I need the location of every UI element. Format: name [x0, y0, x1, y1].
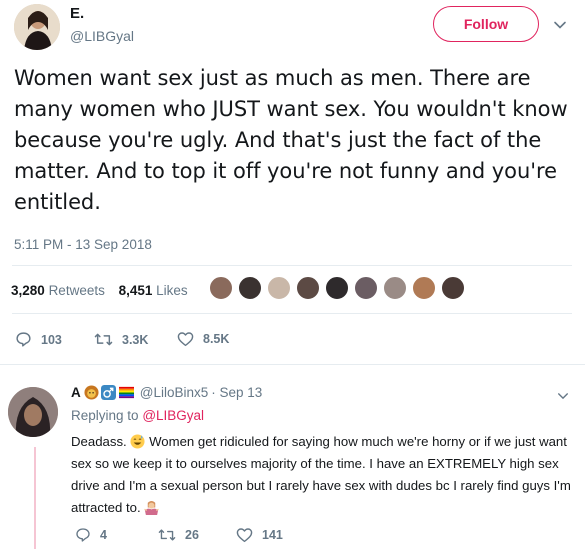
- retweet-count: 3.3K: [122, 332, 149, 347]
- reply-retweet-action[interactable]: 26: [158, 527, 199, 543]
- reply-author-avatar[interactable]: [8, 387, 58, 437]
- chevron-down-icon[interactable]: [553, 18, 567, 32]
- reply-date[interactable]: · Sep 13: [211, 385, 262, 400]
- reply-text-part1: Deadass.: [71, 434, 127, 449]
- tweet-timestamp[interactable]: 5:11 PM - 13 Sep 2018: [14, 237, 152, 252]
- liker-avatar[interactable]: [237, 275, 263, 301]
- reply-header: A @LiloBinx5 · Sep 13: [71, 385, 262, 400]
- reply-like-count: 141: [262, 528, 283, 542]
- male-sign-emoji: [100, 385, 116, 400]
- liker-avatar[interactable]: [382, 275, 408, 301]
- author-name[interactable]: E.: [70, 5, 84, 22]
- main-tweet: E. @LIBGyal Follow Women want sex just a…: [0, 0, 585, 365]
- retweets-count[interactable]: 3,280: [11, 283, 45, 298]
- like-action[interactable]: 8.5K: [177, 331, 229, 347]
- replying-to-prefix: Replying to: [71, 408, 139, 423]
- divider: [12, 265, 572, 266]
- reply-text: Deadass. Women get ridiculed for saying …: [71, 431, 576, 519]
- reply-icon: [76, 528, 90, 542]
- reply-count: 103: [41, 332, 62, 347]
- liker-avatar[interactable]: [266, 275, 292, 301]
- reply-action[interactable]: 103: [15, 331, 62, 348]
- author-handle[interactable]: @LIBGyal: [70, 28, 134, 44]
- chevron-down-icon[interactable]: [557, 390, 569, 402]
- reply-icon: [16, 332, 31, 347]
- reply-like-action[interactable]: 141: [236, 527, 283, 543]
- reply-author-name[interactable]: A: [71, 385, 81, 400]
- rainbow-flag-emoji: [118, 386, 134, 399]
- reply-retweet-count: 26: [185, 528, 199, 542]
- retweets-label[interactable]: Retweets: [49, 283, 105, 298]
- author-avatar[interactable]: [14, 4, 60, 50]
- thread-line: [34, 447, 36, 549]
- woman-shrugging-emoji: [144, 500, 160, 515]
- replying-to: Replying to @LIBGyal: [71, 408, 204, 423]
- follow-button[interactable]: Follow: [433, 6, 539, 42]
- reply-reply-action[interactable]: 4: [75, 527, 107, 543]
- like-icon: [236, 528, 253, 543]
- replying-to-handle[interactable]: @LIBGyal: [142, 408, 204, 423]
- likes-label[interactable]: Likes: [156, 283, 188, 298]
- reply-reply-count: 4: [100, 528, 107, 542]
- liker-avatar[interactable]: [353, 275, 379, 301]
- liker-avatar[interactable]: [411, 275, 437, 301]
- tweet-text: Women want sex just as much as men. Ther…: [14, 66, 575, 214]
- lion-emoji: [84, 385, 99, 400]
- liker-avatar[interactable]: [324, 275, 350, 301]
- retweet-action[interactable]: 3.3K: [94, 331, 148, 348]
- tweet-stats: 3,280 Retweets 8,451 Likes: [11, 283, 188, 298]
- reply-author-handle[interactable]: @LiloBinx5: [140, 385, 209, 400]
- retweet-icon: [158, 529, 176, 541]
- liker-avatar[interactable]: [208, 275, 234, 301]
- liker-avatar[interactable]: [295, 275, 321, 301]
- retweet-icon: [94, 333, 113, 346]
- reply-tweet[interactable]: A @LiloBinx5 · Sep 13 Replying to @LIBGy…: [0, 365, 585, 549]
- likes-count[interactable]: 8,451: [119, 283, 153, 298]
- like-count: 8.5K: [203, 332, 230, 346]
- like-icon: [177, 332, 194, 347]
- liker-avatar[interactable]: [440, 275, 466, 301]
- grinning-sweat-emoji: [130, 434, 145, 449]
- divider: [12, 313, 572, 314]
